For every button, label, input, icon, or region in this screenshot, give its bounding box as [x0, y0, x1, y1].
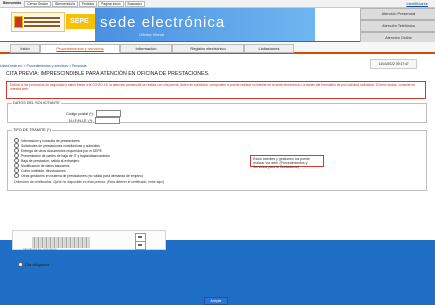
tramite-option-label: Modificación de datos bancarios: [21, 163, 70, 168]
crest-icon: [14, 16, 23, 28]
banner-tagline: Oficina Virtual: [139, 32, 164, 37]
page-title: CITA PREVIA: IMPRESCINDIBLE PARA ATENCIÓ…: [6, 71, 210, 77]
tramite-option-label: Información y consulta de prestaciones: [21, 138, 80, 143]
breadcrumb[interactable]: Usted está en: > Procedimientos y servic…: [0, 64, 240, 68]
radio-icon[interactable]: [18, 262, 23, 267]
sepe-logo-text: SEPE: [70, 18, 89, 25]
postal-code-row: Código postal (*):: [66, 110, 121, 117]
tramite-option-label: Entrega de otros documentos requeridos p…: [21, 148, 102, 153]
sepe-logo: SEPE: [66, 14, 95, 29]
nif-row: N.I.F./N.I.E. (*):: [69, 117, 121, 124]
site-banner: sede electrónica Oficina Virtual: [95, 8, 315, 41]
tramite-option-label: Baja de prestación, salida al extranjero: [21, 158, 80, 163]
tab-licitaciones[interactable]: Licitaciones: [244, 44, 294, 53]
welcome-link-secondary[interactable]: Bienvenido/a: [52, 1, 78, 7]
tab-inicio[interactable]: Inicio: [10, 44, 40, 53]
main-navigation: Inicio Procedimientos y servicios Inform…: [0, 42, 435, 54]
tab-informacion[interactable]: Información: [120, 44, 172, 53]
solicitante-fieldset: DATOS DEL SOLICITANTE Código postal (*):…: [7, 101, 427, 124]
submit-button[interactable]: Aceptar: [204, 297, 228, 305]
tab-procedimientos[interactable]: Procedimientos y servicios: [40, 44, 120, 53]
postal-code-label: Código postal (*):: [66, 111, 94, 116]
search-link[interactable]: Buscador: [124, 1, 145, 7]
telefonica-button[interactable]: Atención Telefónica: [360, 20, 435, 32]
cita-obligatoria-label: Cita obligatoria: [25, 262, 49, 267]
tramite-option-label: Otros gestiones en materia de prestacion…: [21, 173, 143, 178]
tab-registro[interactable]: Registro electrónico: [172, 44, 244, 53]
ministry-logo: [11, 12, 65, 32]
ministry-text-lines: [24, 17, 60, 19]
presencial-button[interactable]: Atención Presencial: [360, 8, 435, 20]
identify-link[interactable]: Identificarse: [406, 1, 428, 6]
banner-title: sede electrónica: [100, 14, 226, 31]
logout-link[interactable]: Cerrar Sesión: [24, 1, 52, 7]
orders-link[interactable]: Pedidos: [78, 1, 98, 7]
solicitante-legend: DATOS DEL SOLICITANTE: [12, 101, 61, 105]
nif-label: N.I.F./N.I.E. (*):: [69, 118, 94, 123]
contact-panel: Atención Presencial Atención Telefónica …: [360, 8, 435, 44]
captcha-text: Introduzca los caracteres: [23, 247, 57, 251]
tramite-fieldset: TIPO DE TRÁMITE (*) Información y consul…: [7, 128, 427, 191]
tramite-option-label: Cobro indebido, devoluciones: [21, 168, 66, 173]
covid-notice: Debido a los protocolos de seguridad y s…: [6, 81, 426, 99]
nif-input[interactable]: [95, 117, 121, 124]
tramite-legend: TIPO DE TRÁMITE (*): [12, 128, 52, 132]
online-procedures-note: Estos trámites y gestiones los puede rea…: [250, 155, 324, 169]
tramite-option-label: Presentación de partes de baja de IT y b…: [21, 153, 110, 158]
radio-icon[interactable]: [14, 173, 19, 178]
top-bar: Bienvenido Cerrar Sesión Bienvenido/a Pe…: [0, 0, 435, 8]
date-time: 14/10/2022 09:17:47: [370, 59, 417, 69]
certificate-note: Obtención de certificados. Ojo/le no dis…: [14, 180, 165, 184]
home-link[interactable]: Página Inicio: [98, 1, 124, 7]
welcome-link[interactable]: Bienvenido: [1, 1, 23, 7]
tramite-option-label: Solicitudes de prestaciones contributiva…: [21, 143, 100, 148]
postal-code-input[interactable]: [95, 110, 121, 117]
cita-obligatoria-option[interactable]: Cita obligatoria: [18, 262, 49, 267]
tramite-option[interactable]: Otros gestiones en materia de prestacion…: [14, 173, 143, 178]
audio-icon[interactable]: [135, 241, 146, 250]
content-panel: Usted está en: > Procedimientos y servic…: [0, 54, 435, 305]
top-links: Bienvenido Cerrar Sesión Bienvenido/a Pe…: [1, 1, 145, 7]
